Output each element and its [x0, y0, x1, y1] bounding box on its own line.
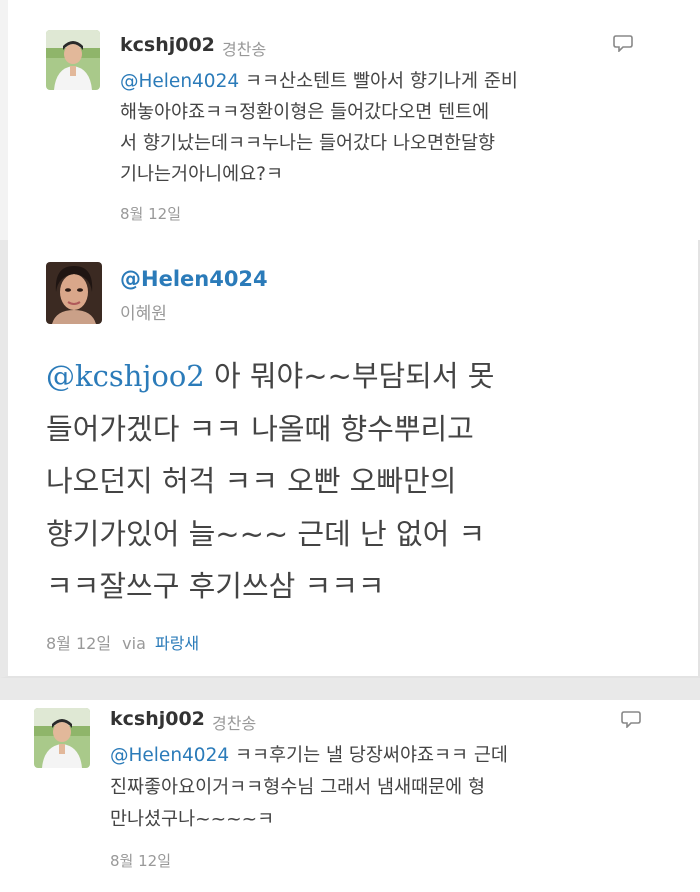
speech-bubble-icon[interactable] — [621, 710, 641, 728]
text-line: 기나는거아니에요?ㅋ — [120, 164, 283, 185]
timestamp[interactable]: 8월 12일 — [120, 203, 181, 224]
text-line: 만나셨구나~~~~ㅋ — [110, 809, 275, 830]
username[interactable]: kcshj002 — [110, 708, 205, 730]
avatar[interactable] — [46, 262, 102, 324]
text-line: ㅋㅋ잘쓰구 후기쓰삼 ㅋㅋㅋ — [46, 569, 385, 603]
text-line: 해놓아야죠ㅋㅋ정환이형은 들어갔다오면 텐트에 — [120, 102, 490, 123]
tweet-text: @Helen4024 ㅋㅋ후기는 낼 당장써야죠ㅋㅋ 근데 진짜좋아요이거ㅋㅋ형… — [110, 740, 690, 836]
text-line: @Helen4024 ㅋㅋ후기는 낼 당장써야죠ㅋㅋ 근데 — [110, 745, 508, 766]
username[interactable]: @Helen4024 — [120, 267, 268, 291]
tweet-meta: 8월 12일 via 파랑새 — [46, 630, 199, 654]
real-name[interactable]: 경찬송 — [222, 36, 266, 60]
real-name[interactable]: 이혜원 — [120, 299, 167, 324]
username[interactable]: kcshj002 — [120, 34, 215, 56]
avatar[interactable] — [46, 30, 100, 90]
mention-link[interactable]: @kcshjoo2 — [46, 359, 205, 393]
via-label: via — [122, 634, 146, 653]
real-name[interactable]: 경찬송 — [212, 710, 256, 734]
mention-link[interactable]: @Helen4024 — [120, 71, 239, 92]
mention-link[interactable]: @Helen4024 — [110, 745, 229, 766]
text-line: 진짜좋아요이거ㅋㅋ형수님 그래서 냄새때문에 형 — [110, 777, 486, 798]
avatar[interactable] — [34, 708, 90, 768]
text-line: 들어가겠다 ㅋㅋ 나올때 향수뿌리고 — [46, 411, 474, 446]
text-line: 향기가있어 늘~~~ 근데 난 없어 ㅋ — [46, 516, 486, 551]
tweet-text: @Helen4024 ㅋㅋ산소텐트 빨아서 향기나게 준비 해놓아야죠ㅋㅋ정환이… — [120, 66, 690, 190]
via-source-link[interactable]: 파랑새 — [155, 634, 199, 653]
text-line: @Helen4024 ㅋㅋ산소텐트 빨아서 향기나게 준비 — [120, 71, 518, 92]
timestamp[interactable]: 8월 12일 — [110, 850, 171, 871]
text-line: 서 향기났는데ㅋㅋ누나는 들어갔다 나오면한달향 — [120, 133, 496, 154]
tweet-text: @kcshjoo2 아 뭐야~~부담되서 못 들어가겠다 ㅋㅋ 나올때 향수뿌리… — [46, 350, 686, 613]
tweet-helen4024: @Helen4024 이혜원 @kcshjoo2 아 뭐야~~부담되서 못 들어… — [0, 240, 700, 678]
speech-bubble-icon[interactable] — [613, 34, 633, 52]
divider — [0, 678, 700, 700]
text-line: @kcshjoo2 아 뭐야~~부담되서 못 — [46, 359, 495, 393]
timestamp[interactable]: 8월 12일 — [46, 634, 111, 653]
left-border — [0, 0, 8, 240]
tweet-kcshj002-1: kcshj002 경찬송 @Helen4024 ㅋㅋ산소텐트 빨아서 향기나게 … — [0, 0, 700, 240]
text-line: 나오던지 허걱 ㅋㅋ 오빤 오빠만의 — [46, 464, 457, 498]
tweet-kcshj002-2: kcshj002 경찬송 @Helen4024 ㅋㅋ후기는 낼 당장써야죠ㅋㅋ … — [0, 700, 700, 892]
